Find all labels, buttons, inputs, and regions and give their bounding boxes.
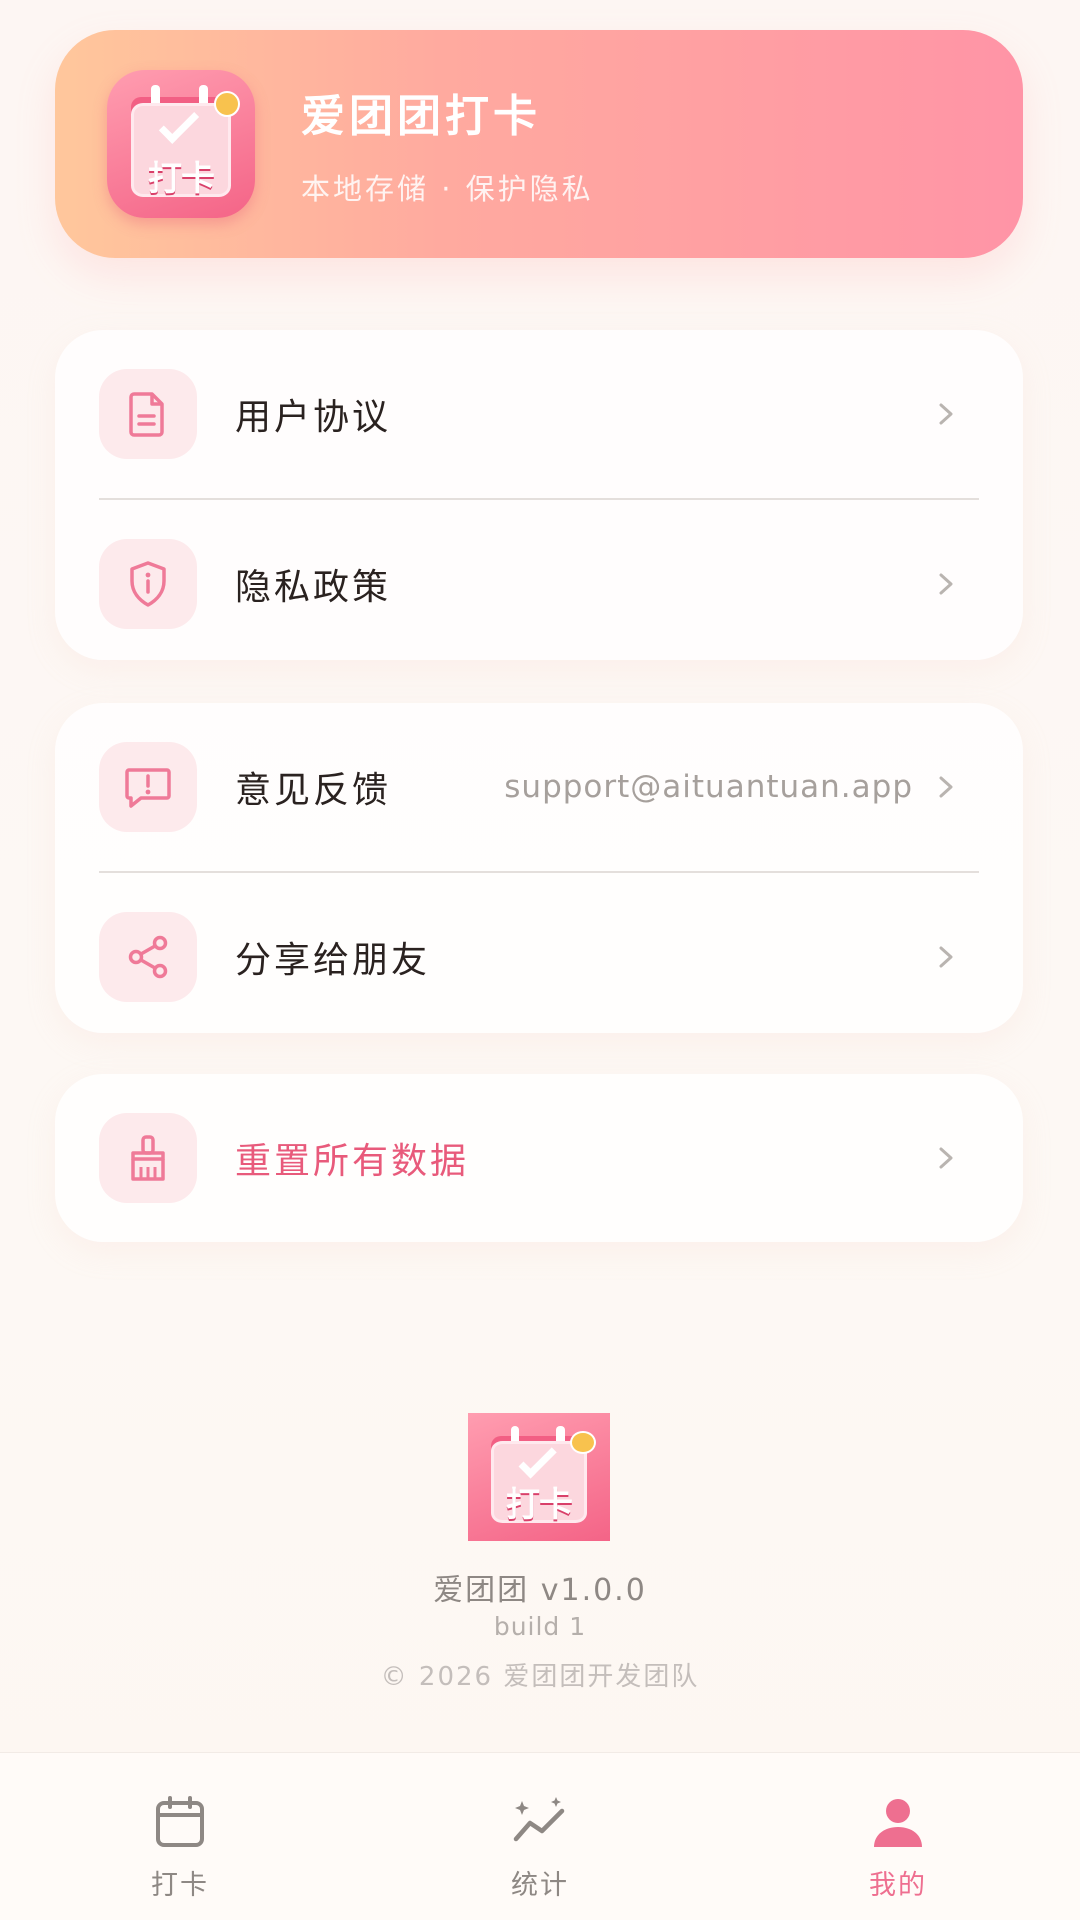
tab-label: 打卡 bbox=[151, 1870, 209, 1901]
app-build: build 1 bbox=[493, 1612, 587, 1641]
menu-group-danger: 重置所有数据 bbox=[55, 1074, 1023, 1242]
app-title: 爱团团打卡 bbox=[301, 91, 541, 142]
menu-group-social: 意见反馈 support@aituantuan.app 分享给朋友 bbox=[55, 703, 1023, 1033]
menu-group-legal: 用户协议 隐私政策 bbox=[55, 330, 1023, 660]
footer-logo-text: 打卡 bbox=[506, 1484, 573, 1525]
share-icon bbox=[99, 912, 197, 1002]
tab-label: 我的 bbox=[869, 1870, 927, 1901]
tab-label: 统计 bbox=[511, 1870, 569, 1901]
app-logo-text: 打卡 bbox=[148, 159, 215, 200]
bottom-tab-bar: 打卡 统计 我的 bbox=[0, 1752, 1080, 1920]
calendar-icon bbox=[156, 1796, 204, 1847]
tab-profile[interactable]: 我的 bbox=[798, 1753, 998, 1920]
menu-item-label: 重置所有数据 bbox=[235, 1141, 470, 1182]
footer-app-logo: 打卡 bbox=[468, 1413, 610, 1541]
chevron-right-icon bbox=[939, 573, 953, 595]
menu-item-share[interactable]: 分享给朋友 bbox=[55, 873, 1023, 1041]
chevron-right-icon bbox=[939, 403, 953, 425]
stats-sparkle-icon bbox=[513, 1797, 565, 1842]
app-version: 爱团团 v1.0.0 bbox=[433, 1573, 647, 1608]
menu-item-label: 分享给朋友 bbox=[235, 940, 431, 981]
chevron-right-icon bbox=[939, 1147, 953, 1169]
tab-checkin[interactable]: 打卡 bbox=[80, 1753, 280, 1920]
menu-item-label: 隐私政策 bbox=[235, 567, 392, 608]
document-icon bbox=[99, 369, 197, 459]
menu-item-feedback[interactable]: 意见反馈 support@aituantuan.app bbox=[55, 703, 1023, 871]
menu-item-reset-data[interactable]: 重置所有数据 bbox=[55, 1074, 1023, 1242]
menu-item-privacy-policy[interactable]: 隐私政策 bbox=[55, 500, 1023, 668]
menu-item-label: 用户协议 bbox=[235, 397, 392, 438]
app-subtitle: 本地存储 · 保护隐私 bbox=[301, 172, 594, 206]
chevron-right-icon bbox=[939, 946, 953, 968]
feedback-email: support@aituantuan.app bbox=[504, 769, 913, 805]
chevron-right-icon bbox=[939, 776, 953, 798]
broom-icon bbox=[99, 1113, 197, 1203]
tab-stats[interactable]: 统计 bbox=[440, 1753, 640, 1920]
profile-page: 打卡 爱团团打卡 本地存储 · 保护隐私 用户协议 隐私政策 意见反馈 supp… bbox=[0, 0, 1080, 1920]
user-icon bbox=[874, 1799, 922, 1847]
copyright: © 2026 爱团团开发团队 bbox=[380, 1662, 700, 1692]
shield-info-icon bbox=[99, 539, 197, 629]
app-header-card: 打卡 爱团团打卡 本地存储 · 保护隐私 bbox=[55, 30, 1023, 258]
menu-item-user-agreement[interactable]: 用户协议 bbox=[55, 330, 1023, 498]
menu-item-label: 意见反馈 bbox=[235, 770, 392, 811]
feedback-icon bbox=[99, 742, 197, 832]
app-logo-icon: 打卡 bbox=[107, 70, 255, 218]
